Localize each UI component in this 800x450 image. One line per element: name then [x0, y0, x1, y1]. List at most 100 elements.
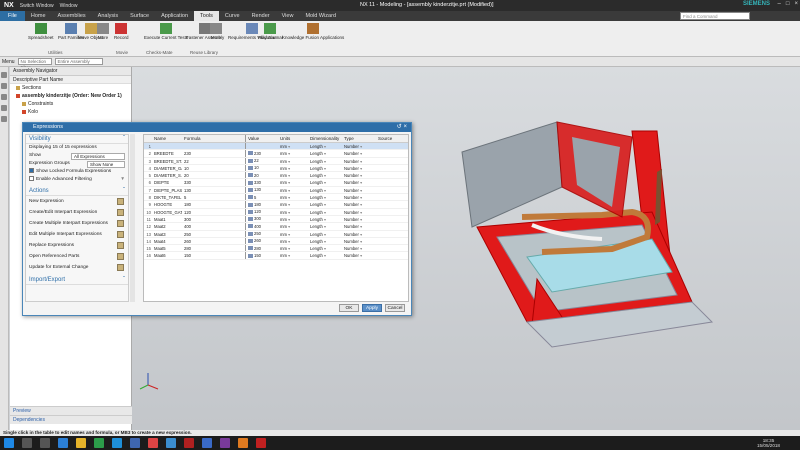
chevron-down-icon[interactable]: ▾ — [323, 188, 326, 193]
table-row[interactable]: 16 Maat6 150 150 mm ▾ Length ▾ Number ▾ — [144, 252, 408, 260]
action-new-expression[interactable]: New Expression — [26, 196, 128, 207]
show-locked-row[interactable]: Show Locked Formula Expressions — [26, 168, 128, 176]
chevron-down-icon[interactable]: ▾ — [287, 239, 290, 244]
menu-surface[interactable]: Surface — [124, 11, 155, 21]
chevron-down-icon[interactable]: ▾ — [323, 202, 326, 207]
selection-scope-dropdown[interactable]: Entire Assembly — [54, 58, 103, 65]
source-cell[interactable] — [376, 223, 406, 229]
table-row[interactable]: 6 DIEPTE 330 330 mm ▾ Length ▾ Number ▾ — [144, 179, 408, 187]
units-cell[interactable]: mm ▾ — [278, 194, 308, 200]
chevron-down-icon[interactable]: ▾ — [287, 173, 290, 178]
name-cell[interactable]: BREEDTE_ST... — [152, 158, 182, 164]
tree-item-kolo[interactable]: Kolo — [10, 108, 131, 116]
table-row[interactable]: 7 DIEPTE_PLAS 130 130 mm ▾ Length ▾ Number ▾ — [144, 186, 408, 195]
type-cell[interactable]: Number ▾ — [342, 201, 376, 207]
play-journal-button[interactable]: Play Journal — [258, 23, 283, 40]
dependencies-panel-header[interactable]: Dependencies — [10, 415, 132, 424]
source-cell[interactable] — [376, 187, 406, 193]
chevron-down-icon[interactable]: ▾ — [359, 202, 362, 207]
name-cell[interactable]: Maat1 — [152, 216, 182, 222]
app-icon[interactable] — [148, 438, 158, 448]
table-row[interactable]: 4DIAMETER_GAT1010mm ▾Length ▾Number ▾ — [144, 164, 408, 173]
name-cell[interactable]: HOOGTE — [152, 201, 182, 207]
reuse-library-icon[interactable] — [1, 105, 7, 111]
dimensionality-cell[interactable]: Length ▾ — [308, 209, 342, 215]
value-cell[interactable]: 22 — [246, 158, 278, 164]
action-open-referenced-parts[interactable]: Open Referenced Parts — [26, 251, 128, 262]
chevron-down-icon[interactable]: ▾ — [323, 173, 326, 178]
value-cell[interactable] — [246, 143, 278, 149]
reset-icon[interactable]: ↺ — [397, 124, 402, 130]
chevron-down-icon[interactable]: ▾ — [323, 166, 326, 171]
type-cell[interactable]: Number ▾ — [342, 165, 376, 171]
source-cell[interactable] — [376, 194, 406, 200]
value-cell[interactable]: 280 — [246, 245, 278, 251]
value-cell[interactable]: 400 — [246, 223, 278, 229]
menu-render[interactable]: Render — [246, 11, 276, 21]
chevron-down-icon[interactable]: ▾ — [323, 210, 326, 215]
tree-item-constraints[interactable]: Constraints — [10, 100, 131, 108]
chevron-down-icon[interactable]: ▾ — [323, 144, 326, 149]
action-edit-multiple-interpart[interactable]: Edit Multiple Interpart Expressions — [26, 229, 128, 240]
formula-cell[interactable]: 5 — [182, 194, 246, 201]
chevron-down-icon[interactable]: ▾ — [287, 180, 290, 185]
advanced-filter-row[interactable]: Enable Advanced Filtering ▼ — [26, 176, 128, 184]
chevron-down-icon[interactable]: ▾ — [359, 151, 362, 156]
name-cell[interactable]: DIAMETER_GAT — [152, 165, 182, 171]
dimensionality-cell[interactable]: Length ▾ — [308, 172, 342, 178]
dimensionality-cell[interactable]: Length ▾ — [308, 231, 342, 237]
name-cell[interactable]: Maat2 — [152, 223, 182, 229]
table-row[interactable]: 15 Maat5 280 280 mm ▾ Length ▾ Number ▾ — [144, 245, 408, 253]
value-cell[interactable]: 230 — [246, 150, 278, 156]
source-cell[interactable] — [376, 150, 406, 156]
chevron-down-icon[interactable]: ▾ — [287, 246, 290, 251]
chevron-down-icon[interactable]: ▾ — [287, 217, 290, 222]
chevron-down-icon[interactable]: ▾ — [287, 151, 290, 156]
value-cell[interactable]: 250 — [246, 231, 278, 237]
dimensionality-cell[interactable]: Length ▾ — [308, 187, 342, 193]
tree-item-sections[interactable]: Sections — [10, 84, 131, 92]
menu-view[interactable]: View — [276, 11, 300, 21]
options-scrollbar[interactable] — [130, 134, 135, 302]
constraint-navigator-icon[interactable] — [1, 83, 7, 89]
type-cell[interactable]: Number ▾ — [342, 187, 376, 193]
import-export-section-header[interactable]: Import/Export ˇ — [26, 276, 128, 285]
action-create-multiple-interpart[interactable]: Create Multiple Interpart Expressions — [26, 218, 128, 229]
type-cell[interactable]: Number ▾ — [342, 209, 376, 215]
table-row[interactable]: 12 Maat2 400 400 mm ▾ Length ▾ Number ▾ — [144, 223, 408, 231]
chevron-down-icon[interactable]: ▾ — [323, 195, 326, 200]
units-cell[interactable]: mm ▾ — [278, 165, 308, 171]
col-dimensionality[interactable]: Dimensionality — [308, 135, 342, 142]
dimensionality-cell[interactable]: Length ▾ — [308, 143, 342, 149]
col-value[interactable]: Value — [246, 135, 278, 142]
menu-mold-wizard[interactable]: Mold Wizard — [299, 11, 342, 21]
more-button-2[interactable]: More — [210, 23, 222, 40]
chevron-down-icon[interactable]: ▾ — [287, 188, 290, 193]
name-cell[interactable]: DIAMETER_S... — [152, 172, 182, 178]
menu-application[interactable]: Application — [155, 11, 194, 21]
formula-cell[interactable]: 250 — [182, 230, 246, 237]
menu-assemblies[interactable]: Assemblies — [52, 11, 92, 21]
type-cell[interactable]: Number ▾ — [342, 194, 376, 200]
photoshop-icon[interactable] — [202, 438, 212, 448]
formula-cell[interactable] — [182, 143, 246, 150]
chevron-down-icon[interactable]: ▾ — [287, 159, 290, 164]
chevron-down-icon[interactable]: ▾ — [323, 253, 326, 258]
dimensionality-cell[interactable]: Length ▾ — [308, 201, 342, 207]
units-cell[interactable]: mm ▾ — [278, 245, 308, 251]
chevron-down-icon[interactable]: ▾ — [287, 253, 290, 258]
name-cell[interactable]: Maat3 — [152, 231, 182, 237]
start-icon[interactable] — [4, 438, 14, 448]
type-cell[interactable]: Number ▾ — [342, 231, 376, 237]
units-cell[interactable]: mm ▾ — [278, 143, 308, 149]
formula-cell[interactable]: 280 — [182, 245, 246, 252]
chevron-down-icon[interactable]: ▾ — [323, 151, 326, 156]
chevron-down-icon[interactable]: ▾ — [323, 224, 326, 229]
cancel-button[interactable]: Cancel — [385, 304, 405, 312]
visibility-section-header[interactable]: Visibility ˆ — [26, 135, 128, 144]
name-cell[interactable]: Maat4 — [152, 238, 182, 244]
knowledge-fusion-button[interactable]: Knowledge Fusion Applications — [282, 23, 344, 40]
dimensionality-cell[interactable]: Length ▾ — [308, 150, 342, 156]
units-cell[interactable]: mm ▾ — [278, 158, 308, 164]
value-cell[interactable]: 330 — [246, 179, 278, 185]
